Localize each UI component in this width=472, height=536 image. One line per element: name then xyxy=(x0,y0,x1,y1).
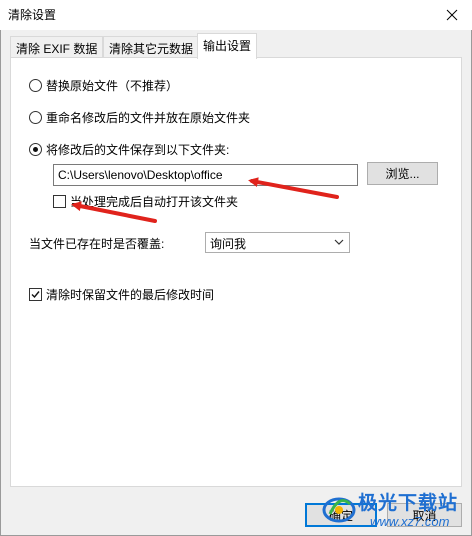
aurora-logo-icon xyxy=(322,497,356,523)
title-bar: 清除设置 xyxy=(0,0,472,30)
window-title: 清除设置 xyxy=(8,8,57,22)
overwrite-value: 询问我 xyxy=(210,237,247,251)
watermark: 极光下载站 www.xz7.com xyxy=(318,488,472,534)
radio-rename[interactable] xyxy=(29,111,42,124)
tab-label: 输出设置 xyxy=(203,39,252,53)
browse-button[interactable]: 浏览... xyxy=(367,162,438,185)
checkmark-icon xyxy=(31,291,40,299)
tab-output-settings[interactable]: 输出设置 xyxy=(197,33,258,59)
option-save-to-folder[interactable]: 将修改后的文件保存到以下文件夹: xyxy=(29,141,229,158)
watermark-text: 极光下载站 xyxy=(358,492,459,514)
radio-replace[interactable] xyxy=(29,79,42,92)
auto-open-label: 当处理完成后自动打开该文件夹 xyxy=(70,195,239,209)
keep-time-checkbox[interactable] xyxy=(29,288,42,301)
tab-label: 清除其它元数据 xyxy=(109,42,194,56)
option-replace-original[interactable]: 替换原始文件（不推荐） xyxy=(29,77,178,94)
tab-label: 清除 EXIF 数据 xyxy=(16,42,98,56)
overwrite-label-row: 当文件已存在时是否覆盖: xyxy=(29,235,164,252)
option-label: 重命名修改后的文件并放在原始文件夹 xyxy=(46,111,251,125)
close-button[interactable] xyxy=(432,0,472,30)
overwrite-label: 当文件已存在时是否覆盖: xyxy=(29,237,165,251)
radio-save-to-folder[interactable] xyxy=(29,143,42,156)
keep-time-label: 清除时保留文件的最后修改时间 xyxy=(46,288,215,302)
tab-clear-other-metadata[interactable]: 清除其它元数据 xyxy=(103,36,200,58)
option-label: 替换原始文件（不推荐） xyxy=(46,79,179,93)
browse-label: 浏览... xyxy=(385,167,420,181)
option-label: 将修改后的文件保存到以下文件夹: xyxy=(46,143,230,157)
auto-open-folder-option[interactable]: 当处理完成后自动打开该文件夹 xyxy=(53,193,238,210)
overwrite-select[interactable]: 询问我 xyxy=(205,232,350,253)
chevron-down-icon xyxy=(334,239,344,245)
folder-path-input[interactable]: C:\Users\lenovo\Desktop\office xyxy=(53,164,358,186)
close-icon xyxy=(446,9,458,21)
tab-clear-exif[interactable]: 清除 EXIF 数据 xyxy=(10,36,104,58)
watermark-url: www.xz7.com xyxy=(370,514,450,529)
keep-modified-time-option[interactable]: 清除时保留文件的最后修改时间 xyxy=(29,286,214,303)
auto-open-checkbox[interactable] xyxy=(53,195,66,208)
option-rename-in-original[interactable]: 重命名修改后的文件并放在原始文件夹 xyxy=(29,109,250,126)
